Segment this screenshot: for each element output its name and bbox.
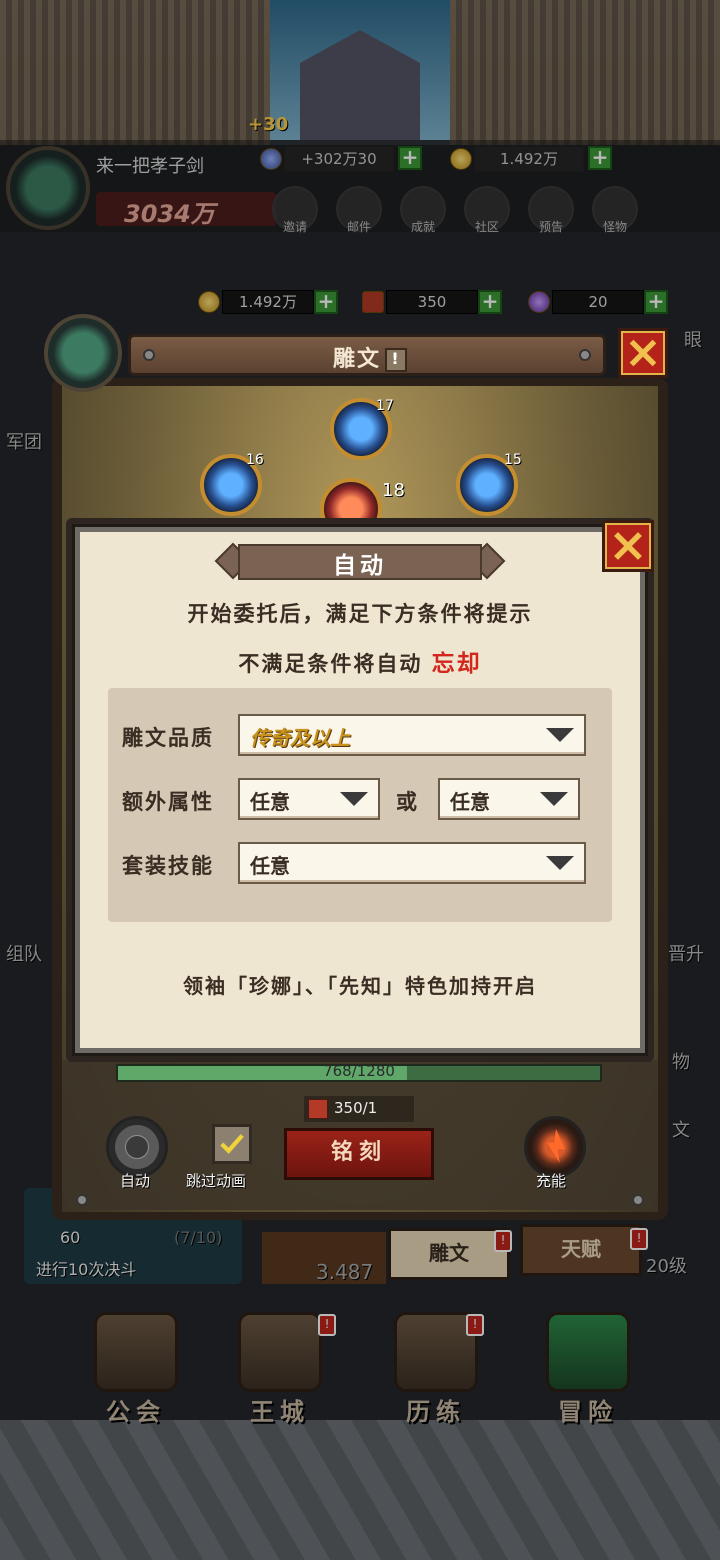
- bolt-decoration: [579, 349, 591, 361]
- extra-attr-value-2: 任意: [450, 790, 490, 814]
- auto-button[interactable]: [106, 1116, 168, 1178]
- forget-action-text: 忘却: [431, 650, 482, 677]
- dialog-close-button[interactable]: [602, 520, 654, 572]
- dialog-line-2-prefix: 不满足条件将自动: [238, 651, 423, 676]
- skip-animation-label: 跳过动画: [186, 1172, 247, 1190]
- dialog-title: 自动: [333, 553, 387, 579]
- checkmark-icon: [220, 1134, 244, 1154]
- chevron-down-icon: [340, 792, 368, 806]
- rune-progress-text: 768/1280: [323, 1062, 395, 1080]
- hero-portrait: [44, 314, 122, 392]
- leader-bonus-text: 领袖「珍娜」、「先知」特色加持开启: [183, 974, 537, 998]
- close-icon: [614, 532, 642, 560]
- rune-gem-level: 15: [504, 452, 522, 468]
- info-icon[interactable]: !: [385, 348, 407, 372]
- close-icon: [629, 339, 657, 367]
- rune-book-icon: [308, 1099, 328, 1119]
- auto-label: 自动: [120, 1172, 151, 1190]
- charge-button[interactable]: [524, 1116, 586, 1178]
- flame-icon: [547, 1129, 565, 1163]
- quality-value: 传奇及以上: [250, 726, 350, 750]
- gear-icon: [126, 1136, 148, 1158]
- quality-label: 雕文品质: [122, 725, 214, 750]
- engrave-cost-value: 350/1: [334, 1099, 378, 1117]
- rune-gem-level: 18: [382, 480, 405, 501]
- set-skill-label: 套装技能: [122, 853, 214, 878]
- rune-panel-close-button[interactable]: [618, 328, 668, 378]
- dialog-line-1: 开始委托后，满足下方条件将提示: [187, 601, 533, 626]
- extra-attr-value-1: 任意: [250, 790, 290, 814]
- set-skill-dropdown[interactable]: 任意: [238, 842, 586, 884]
- engrave-button[interactable]: 铭刻: [284, 1128, 434, 1180]
- set-skill-value: 任意: [250, 854, 290, 878]
- dialog-line-2: 不满足条件将自动 忘却: [80, 644, 640, 678]
- extra-attr-dropdown-2[interactable]: 任意: [438, 778, 580, 820]
- rune-gem-level: 17: [376, 398, 394, 414]
- rune-panel-title-bar: 雕文!: [128, 334, 606, 376]
- chevron-down-icon: [546, 856, 574, 870]
- bolt-decoration: [76, 1194, 88, 1206]
- charge-label: 充能: [536, 1172, 567, 1190]
- extra-attr-dropdown-1[interactable]: 任意: [238, 778, 380, 820]
- quality-dropdown[interactable]: 传奇及以上: [238, 714, 586, 756]
- chevron-down-icon: [540, 792, 568, 806]
- extra-attr-label: 额外属性: [122, 789, 214, 814]
- rune-gem-level: 16: [246, 452, 264, 468]
- chevron-down-icon: [546, 728, 574, 742]
- skip-animation-checkbox[interactable]: [212, 1124, 252, 1164]
- rune-panel-title: 雕文: [332, 347, 381, 372]
- or-label: 或: [396, 789, 419, 814]
- bolt-decoration: [632, 1194, 644, 1206]
- engrave-cost: 350/1: [304, 1096, 414, 1122]
